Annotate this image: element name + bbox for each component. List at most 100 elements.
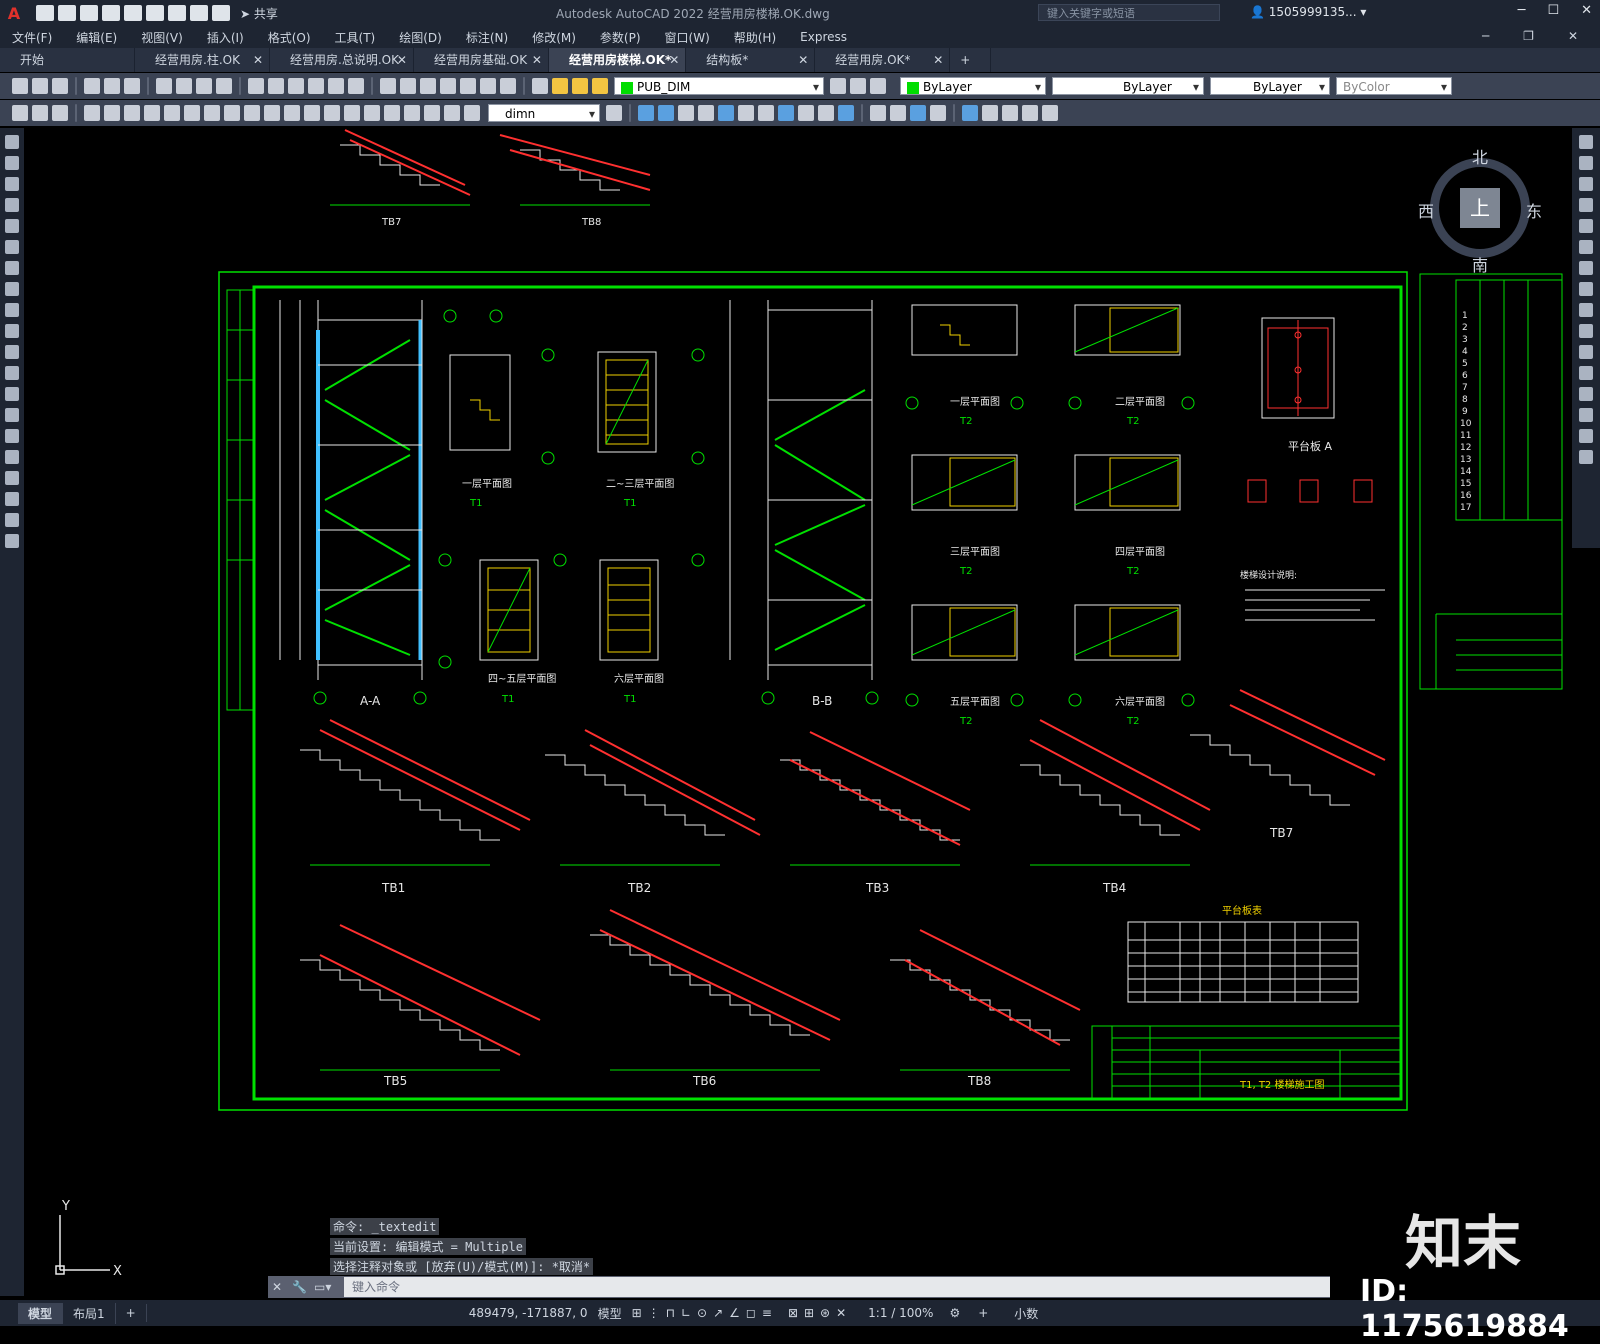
tool-icon[interactable] — [718, 105, 734, 121]
compass-north[interactable]: 北 — [1472, 144, 1488, 168]
tool-icon[interactable] — [870, 105, 886, 121]
zoom-previous-icon[interactable] — [348, 78, 364, 94]
construction-line-icon[interactable] — [5, 156, 19, 170]
menu-view[interactable]: 视图(V) — [129, 29, 195, 46]
annotation-scale[interactable]: 1:1 / 100% — [868, 1306, 933, 1320]
polyline-icon[interactable] — [5, 177, 19, 191]
dim-break-icon[interactable] — [324, 105, 340, 121]
open-file-icon[interactable] — [58, 5, 76, 21]
tool-icon[interactable] — [778, 105, 794, 121]
open-icon[interactable] — [32, 78, 48, 94]
angular-dim-icon[interactable] — [224, 105, 240, 121]
help-icon[interactable] — [500, 78, 516, 94]
drawing-svg[interactable]: TB7 TB8 A-A 一层平面图 T1 二~三层平面图 T1 四~五层平面图 … — [24, 128, 1564, 1296]
menu-file[interactable]: 文件(F) — [0, 29, 64, 46]
region-icon[interactable] — [5, 471, 19, 485]
tool-icon[interactable] — [838, 105, 854, 121]
layer-previous-icon[interactable] — [850, 78, 866, 94]
tool-icon[interactable] — [890, 105, 906, 121]
doc-close-icon[interactable]: ✕ — [1556, 29, 1590, 43]
tool-icon[interactable] — [1002, 105, 1018, 121]
plus-icon[interactable]: + — [978, 1306, 988, 1320]
menu-parametric[interactable]: 参数(P) — [588, 29, 653, 46]
tool-icon[interactable] — [818, 105, 834, 121]
lock-icon[interactable] — [592, 78, 608, 94]
user-account[interactable]: 👤 1505999135... ▾ — [1250, 5, 1366, 19]
gradient-icon[interactable] — [5, 450, 19, 464]
fillet-icon[interactable] — [1579, 429, 1593, 443]
pan-icon[interactable] — [288, 78, 304, 94]
customize-icon[interactable]: 🔧 — [286, 1280, 314, 1294]
move-icon[interactable] — [1579, 240, 1593, 254]
zoom-realtime-icon[interactable] — [308, 78, 324, 94]
new-tab-button[interactable]: + — [950, 48, 992, 72]
save-as-icon[interactable] — [102, 5, 120, 21]
point-icon[interactable] — [5, 408, 19, 422]
extend-icon[interactable] — [1579, 345, 1593, 359]
tool-icon[interactable] — [738, 105, 754, 121]
maximize-icon[interactable]: ☐ — [1547, 3, 1559, 18]
tool-icon[interactable] — [982, 105, 998, 121]
save-icon[interactable] — [80, 5, 98, 21]
dimstyle-icon[interactable] — [606, 105, 622, 121]
sheet-set-icon[interactable] — [440, 78, 456, 94]
tool-palettes-icon[interactable] — [420, 78, 436, 94]
stretch-icon[interactable] — [1579, 303, 1593, 317]
autocad-logo-icon[interactable]: A — [0, 0, 28, 26]
tab-close-icon[interactable]: ✕ — [532, 48, 542, 72]
center-mark-icon[interactable] — [364, 105, 380, 121]
spline-icon[interactable] — [5, 303, 19, 317]
compass-east[interactable]: 东 — [1526, 198, 1542, 222]
tool-icon[interactable] — [658, 105, 674, 121]
arc-length-icon[interactable] — [124, 105, 140, 121]
tab-close-icon[interactable]: ✕ — [397, 48, 407, 72]
ellipse-arc-icon[interactable] — [5, 345, 19, 359]
baseline-dim-icon[interactable] — [264, 105, 280, 121]
tool-icon[interactable] — [930, 105, 946, 121]
new-file-icon[interactable] — [36, 5, 54, 21]
continue-dim-icon[interactable] — [284, 105, 300, 121]
join-icon[interactable] — [1579, 387, 1593, 401]
tab-close-icon[interactable]: ✕ — [253, 48, 263, 72]
explode-icon[interactable] — [1579, 450, 1593, 464]
tool-icon[interactable] — [12, 105, 28, 121]
chamfer-icon[interactable] — [1579, 408, 1593, 422]
plotstyle-dropdown[interactable]: ByColor — [1336, 77, 1452, 96]
minimize-icon[interactable]: ─ — [1518, 3, 1526, 18]
make-current-icon[interactable] — [830, 78, 846, 94]
share-button[interactable]: ➤ 共享 — [240, 5, 278, 22]
table-icon[interactable] — [5, 492, 19, 506]
tool-icon[interactable] — [678, 105, 694, 121]
redo-icon[interactable] — [268, 78, 284, 94]
menu-help[interactable]: 帮助(H) — [722, 29, 788, 46]
copy-object-icon[interactable] — [1579, 156, 1593, 170]
tool-icon[interactable] — [698, 105, 714, 121]
inspect-icon[interactable] — [384, 105, 400, 121]
ellipse-icon[interactable] — [5, 324, 19, 338]
jogged-dim-icon[interactable] — [184, 105, 200, 121]
save-icon[interactable] — [52, 78, 68, 94]
drawing-canvas[interactable]: TB7 TB8 A-A 一层平面图 T1 二~三层平面图 T1 四~五层平面图 … — [24, 128, 1564, 1296]
tab-close-icon[interactable]: ✕ — [798, 48, 808, 72]
tool-icon[interactable] — [32, 105, 48, 121]
erase-icon[interactable] — [1579, 135, 1593, 149]
match-properties-icon[interactable] — [216, 78, 232, 94]
tab-general-notes[interactable]: 经营用房.总说明.OK ✕ — [270, 48, 414, 72]
offset-icon[interactable] — [1579, 198, 1593, 212]
add-selected-icon[interactable] — [5, 534, 19, 548]
insert-block-icon[interactable] — [5, 366, 19, 380]
array-icon[interactable] — [1579, 219, 1593, 233]
add-layout-button[interactable]: + — [116, 1304, 147, 1322]
rectangle-icon[interactable] — [5, 219, 19, 233]
calculator-icon[interactable] — [480, 78, 496, 94]
rotate-icon[interactable] — [1579, 261, 1593, 275]
undo-icon[interactable] — [248, 78, 264, 94]
design-center-icon[interactable] — [400, 78, 416, 94]
make-block-icon[interactable] — [5, 387, 19, 401]
menu-dimension[interactable]: 标注(N) — [454, 29, 520, 46]
tool-icon[interactable] — [962, 105, 978, 121]
zoom-window-icon[interactable] — [328, 78, 344, 94]
color-dropdown[interactable]: ByLayer — [900, 77, 1046, 96]
dim-text-edit-icon[interactable] — [444, 105, 460, 121]
tab-close-icon[interactable]: ✕ — [933, 48, 943, 72]
